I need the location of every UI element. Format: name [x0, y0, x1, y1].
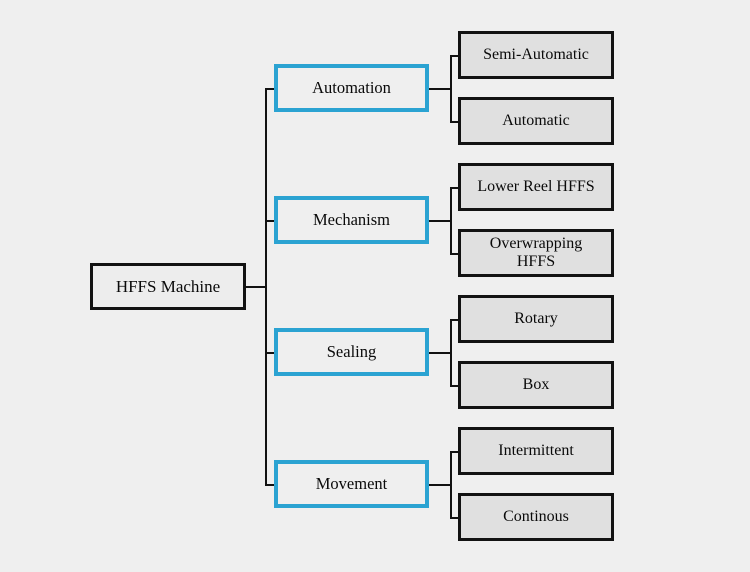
- node-category-label: Automation: [312, 77, 391, 97]
- connector-category-1-stub: [429, 88, 451, 90]
- node-category-movement[interactable]: Movement: [274, 460, 429, 508]
- connector-root-stub: [246, 286, 266, 288]
- node-leaf-automatic[interactable]: Automatic: [458, 97, 614, 145]
- connector-category-3-vertical: [450, 319, 452, 385]
- node-category-mechanism[interactable]: Mechanism: [274, 196, 429, 244]
- connector-category-4-vertical: [450, 451, 452, 517]
- node-category-automation[interactable]: Automation: [274, 64, 429, 112]
- node-leaf-overwrapping-hffs[interactable]: Overwrapping HFFS: [458, 229, 614, 277]
- node-leaf-label: Rotary: [514, 310, 558, 328]
- connector-category-2-stub: [429, 220, 451, 222]
- node-leaf-label: Semi-Automatic: [483, 46, 589, 64]
- node-leaf-intermittent[interactable]: Intermittent: [458, 427, 614, 475]
- connector-category-3-stub: [429, 352, 451, 354]
- node-leaf-rotary[interactable]: Rotary: [458, 295, 614, 343]
- node-root-hffs-machine[interactable]: HFFS Machine: [90, 263, 246, 310]
- node-leaf-continous[interactable]: Continous: [458, 493, 614, 541]
- connector-category-1-vertical: [450, 55, 452, 121]
- connector-category-2-vertical: [450, 187, 452, 253]
- node-category-label: Sealing: [326, 341, 377, 361]
- node-category-label: Mechanism: [313, 209, 390, 229]
- node-leaf-label: Continous: [503, 508, 569, 526]
- node-category-sealing[interactable]: Sealing: [274, 328, 429, 376]
- hierarchy-diagram: HFFS Machine Automation Semi-Automatic A…: [0, 0, 750, 572]
- connector-trunk-vertical: [265, 88, 267, 485]
- node-category-label: Movement: [315, 473, 388, 493]
- node-leaf-label: Lower Reel HFFS: [477, 178, 595, 196]
- node-leaf-box[interactable]: Box: [458, 361, 614, 409]
- node-leaf-label: Box: [522, 376, 550, 394]
- node-leaf-semi-automatic[interactable]: Semi-Automatic: [458, 31, 614, 79]
- node-root-label: HFFS Machine: [115, 276, 221, 296]
- node-leaf-label: Automatic: [502, 112, 570, 130]
- node-leaf-lower-reel-hffs[interactable]: Lower Reel HFFS: [458, 163, 614, 211]
- node-leaf-label: Intermittent: [498, 442, 574, 460]
- node-leaf-label: Overwrapping HFFS: [489, 235, 583, 270]
- connector-category-4-stub: [429, 484, 451, 486]
